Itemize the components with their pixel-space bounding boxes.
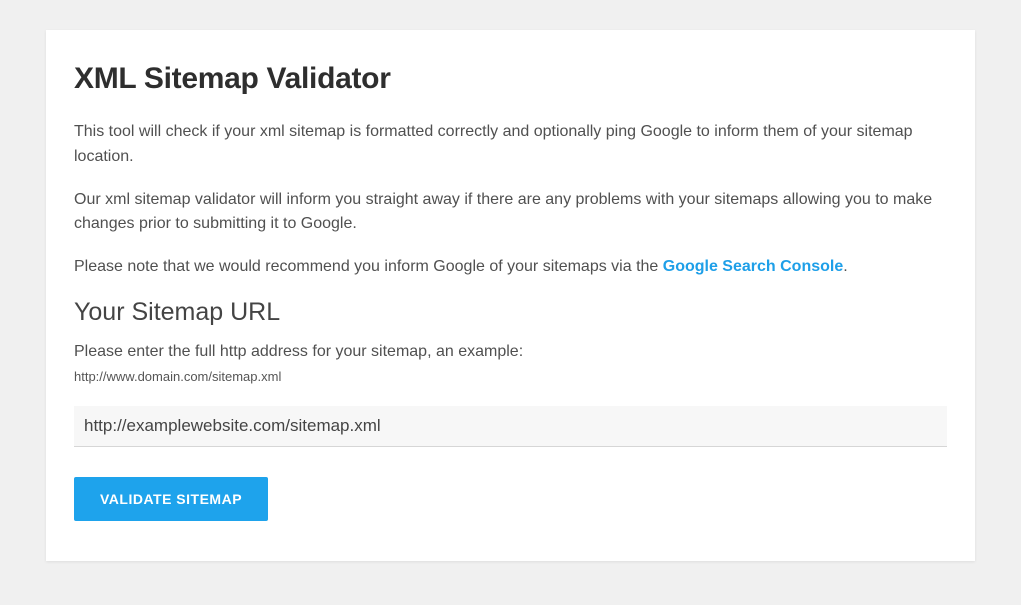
validate-sitemap-button[interactable]: VALIDATE SITEMAP — [74, 477, 268, 521]
description-paragraph-2: Our xml sitemap validator will inform yo… — [74, 188, 947, 238]
description-suffix: . — [843, 258, 847, 275]
section-heading: Your Sitemap URL — [74, 298, 947, 327]
description-paragraph-3: Please note that we would recommend you … — [74, 255, 947, 280]
description-paragraph-1: This tool will check if your xml sitemap… — [74, 120, 947, 170]
validator-card: XML Sitemap Validator This tool will che… — [46, 30, 975, 561]
instruction-text: Please enter the full http address for y… — [74, 343, 947, 361]
page-title: XML Sitemap Validator — [74, 62, 947, 96]
example-url-text: http://www.domain.com/sitemap.xml — [74, 369, 947, 384]
google-search-console-link[interactable]: Google Search Console — [663, 258, 843, 275]
sitemap-url-input[interactable] — [74, 406, 947, 447]
description-text: Please note that we would recommend you … — [74, 258, 663, 275]
